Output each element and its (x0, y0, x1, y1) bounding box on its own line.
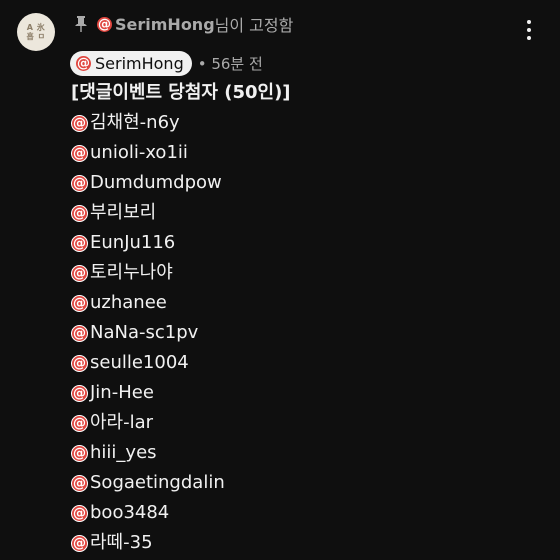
at-icon: @ (71, 444, 88, 462)
mention-item[interactable]: @ Sogaetingdalin (71, 468, 540, 498)
mention-name: Sogaetingdalin (90, 472, 225, 493)
mention-name: EunJu116 (90, 232, 176, 253)
author-name: SerimHong (95, 53, 184, 73)
mention-item[interactable]: @ 아라-lar (71, 408, 540, 438)
mention-list: @ 김채현-n6y @ unioli-xo1ii @ Dumdumdpow @ 부리보리 @ Eu… (71, 108, 540, 558)
pinned-by-name: SerimHong (115, 14, 215, 34)
mention-name: 토리누나야 (90, 262, 173, 283)
mention-item[interactable]: @ 토리누나야 (71, 258, 540, 288)
pinned-label: 님이 고정함 (214, 16, 294, 35)
mention-item[interactable]: @ NaNa-sc1pv (71, 318, 540, 348)
mention-name: 라떼-35 (90, 532, 153, 553)
comment-header: @ SerimHong • 56분 전 (70, 50, 263, 76)
at-icon: @ (71, 474, 88, 492)
mention-name: NaNa-sc1pv (90, 322, 199, 343)
author-chip[interactable]: @ SerimHong (70, 50, 192, 76)
mention-item[interactable]: @ boo3484 (71, 498, 540, 528)
at-icon: @ (71, 504, 88, 522)
mention-item[interactable]: @ 라떼-35 (71, 528, 540, 558)
mention-item[interactable]: @ Dumdumdpow (71, 168, 540, 198)
kebab-dot (527, 28, 531, 32)
mention-item[interactable]: @ hiii_yes (71, 438, 540, 468)
at-icon: @ (96, 15, 113, 33)
at-icon: @ (71, 324, 88, 342)
at-icon: @ (71, 294, 88, 312)
at-icon: @ (71, 354, 88, 372)
mention-name: 부리보리 (90, 202, 157, 223)
at-icon: @ (71, 384, 88, 402)
mention-name: Jin-Hee (90, 382, 154, 403)
avatar-text-top: A 氷 (26, 23, 46, 32)
mention-name: hiii_yes (90, 442, 157, 463)
at-icon: @ (71, 414, 88, 432)
at-icon: @ (75, 54, 92, 72)
mention-item[interactable]: @ unioli-xo1ii (71, 138, 540, 168)
mention-name: boo3484 (90, 502, 170, 523)
at-icon: @ (71, 264, 88, 282)
mention-name: 아라-lar (90, 412, 154, 433)
mention-item[interactable]: @ seulle1004 (71, 348, 540, 378)
kebab-dot (527, 20, 531, 24)
mention-name: seulle1004 (90, 352, 189, 373)
kebab-dot (527, 36, 531, 40)
mention-item[interactable]: @ 부리보리 (71, 198, 540, 228)
pinned-by-row: @ SerimHong 님이 고정함 (74, 13, 293, 35)
mention-name: uzhanee (90, 292, 167, 313)
avatar-text-bottom: 흡 ㅁ (26, 32, 46, 41)
mention-item[interactable]: @ 김채현-n6y (71, 108, 540, 138)
comment-timestamp[interactable]: • 56분 전 (198, 53, 263, 74)
comment-headline: [댓글이벤트 당첨자 (50인)] (71, 82, 291, 103)
more-vert-icon[interactable] (526, 20, 532, 40)
mention-name: Dumdumdpow (90, 172, 222, 193)
at-icon: @ (71, 234, 88, 252)
at-icon: @ (71, 114, 88, 132)
mention-name: 김채현-n6y (90, 112, 180, 133)
mention-item[interactable]: @ EunJu116 (71, 228, 540, 258)
at-icon: @ (71, 144, 88, 162)
mention-name: unioli-xo1ii (90, 142, 188, 163)
at-icon: @ (71, 534, 88, 552)
at-icon: @ (71, 174, 88, 192)
mention-item[interactable]: @ uzhanee (71, 288, 540, 318)
mention-item[interactable]: @ Jin-Hee (71, 378, 540, 408)
channel-avatar[interactable]: A 氷 흡 ㅁ (17, 13, 55, 51)
at-icon: @ (71, 204, 88, 222)
comment-body: [댓글이벤트 당첨자 (50인)] @ 김채현-n6y @ unioli-xo1ii @… (71, 78, 540, 558)
pin-icon (75, 16, 87, 32)
